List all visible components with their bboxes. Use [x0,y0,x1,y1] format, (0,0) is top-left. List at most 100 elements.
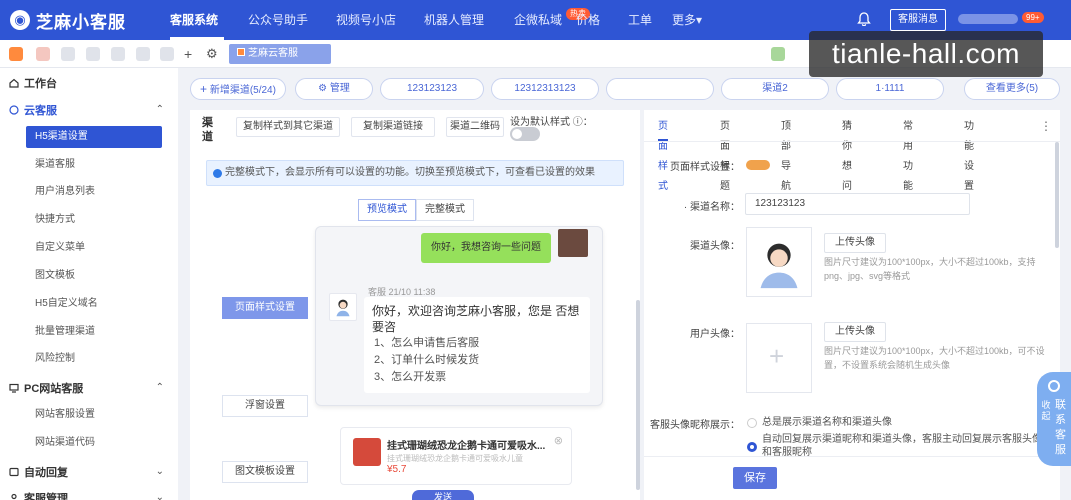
logo-mark-icon: ◉ [10,10,30,30]
channel-tab-3[interactable] [606,78,714,100]
add-channel-button[interactable]: + 新增渠道(5/24) [190,78,286,100]
preview-scrollbar[interactable] [636,300,640,490]
watermark: tianle-hall.com [809,31,1043,77]
preview-mode-button[interactable]: 预览模式 [358,199,416,221]
channel-qrcode-button[interactable]: 渠道二维码 [446,117,504,137]
channel-name-label: · 渠道名称： [683,202,740,213]
sidebar-auto-reply[interactable]: 自动回复 ⌄ [0,459,178,485]
sidebar-item-site-code[interactable]: 网站渠道代码 [26,432,162,454]
settings-scrollbar[interactable] [1055,142,1059,248]
manage-button[interactable]: ⚙ 管理 [295,78,373,100]
settings-gear-icon[interactable]: ⚙ [206,47,220,61]
tool-icon-6[interactable] [160,47,174,61]
active-browser-tab[interactable]: 芝麻云客服 [229,44,331,64]
user-avatar [558,229,588,257]
tool-icon-4[interactable] [111,47,125,61]
sidebar-item-article-template[interactable]: 图文模板 [26,265,162,287]
page-style-setting-button[interactable]: 页面样式设置 [222,297,308,319]
product-subtitle: 挂式珊瑚绒恐龙企鹅卡通可爱吸水儿童 [387,454,523,463]
channel-name-input[interactable]: 123123123 [745,193,970,215]
service-person-icon [760,243,798,289]
logo[interactable]: ◉ 芝麻小客服 [10,9,126,32]
sidebar-item-channel-service[interactable]: 渠道客服 [26,154,162,176]
tab-common-functions[interactable]: 常用功能 [903,117,913,192]
close-icon[interactable]: ⊗ [554,434,563,447]
sidebar-item-shortcuts[interactable]: 快捷方式 [26,209,162,231]
channel-tab-2[interactable]: 12312313123 [491,78,599,100]
nav-service-system[interactable]: 客服系统 [170,0,224,40]
nav-ticket[interactable]: 工单 [628,0,656,40]
display-option-2-radio[interactable] [747,442,757,452]
user-account[interactable] [958,14,1018,24]
tab-page-style[interactable]: 页面样式 [658,117,668,192]
mode-info-bar: 完整模式下，会显示所有可以设置的功能。切换至预览模式下，可查看已设置的效果 [206,160,624,186]
chevron-down-icon: ⌄ [155,492,164,500]
collapse-float-label[interactable]: 收起 [1040,400,1052,422]
nav-wecom-private[interactable]: 企微私域 热卖 [514,0,590,40]
tool-icon-1[interactable] [36,47,50,61]
full-mode-button[interactable]: 完整模式 [416,199,474,221]
channel-avatar-uploader[interactable] [746,227,812,297]
copy-style-button[interactable]: 复制样式到其它渠道 [236,117,340,137]
nav-more[interactable]: 更多▾ [672,0,712,40]
sidebar-service-manage[interactable]: 客服管理 ⌄ [0,485,178,500]
display-option-1-radio[interactable] [747,418,757,428]
sidebar-item-custom-menu[interactable]: 自定义菜单 [26,237,162,259]
channel-avatar-label: 渠道头像： [690,241,740,252]
sidebar-workbench[interactable]: 工作台 [0,70,178,96]
more-tabs-icon[interactable]: ⋮ [1040,119,1052,133]
nav-robot-manage[interactable]: 机器人管理 [424,0,494,40]
copy-link-button[interactable]: 复制渠道链接 [351,117,435,137]
contact-service-float[interactable]: 收起 联系客服 [1037,372,1071,466]
greeting-text: 你好，欢迎咨询芝麻小客服，您是 否想要咨 [372,304,580,334]
sidebar-item-h5-domain[interactable]: H5自定义域名 [26,293,162,315]
tab-page-title[interactable]: 页面标题 [720,117,730,192]
user-badge: 99+ [1022,12,1044,23]
faq-option-2[interactable]: 2、订单什么时候发货 [372,352,582,369]
nav-video-shop[interactable]: 视频号小店 [336,0,406,40]
tab-top-nav[interactable]: 顶部导航 [781,117,791,192]
page-style-tag[interactable] [746,160,770,170]
channel-vertical-label: 渠道 [202,117,213,143]
faq-option-3[interactable]: 3、怎么开发票 [372,369,582,386]
tool-icon-5[interactable] [136,47,150,61]
upload-channel-avatar-button[interactable]: 上传头像 [824,233,886,253]
default-style-toggle[interactable] [510,127,540,141]
bell-icon[interactable] [857,12,871,26]
tool-icon-3[interactable] [86,47,100,61]
sidebar-pc-service[interactable]: PC网站客服 ⌃ [0,375,178,401]
sidebar-item-risk-control[interactable]: 风险控制 [26,348,162,370]
product-card[interactable]: 挂式珊瑚绒恐龙企鹅卡通可爱吸水... 挂式珊瑚绒恐龙企鹅卡通可爱吸水儿童 ¥5.… [340,427,572,485]
service-message-button[interactable]: 客服消息 [890,9,946,31]
tab-function-settings[interactable]: 功能设置 [964,117,974,192]
cloud-icon [9,105,19,115]
sidebar-pc-label: PC网站客服 [24,383,84,395]
nav-wecom-label: 企微私域 [514,13,563,27]
upload-user-avatar-button[interactable]: 上传头像 [824,322,886,342]
app-icon[interactable] [9,47,23,61]
display-option-1: 总是展示渠道名称和渠道头像 [762,417,892,428]
float-window-setting-button[interactable]: 浮窗设置 [222,395,308,417]
save-button[interactable]: 保存 [733,467,777,489]
sidebar-item-site-settings[interactable]: 网站客服设置 [26,404,162,426]
channel-tab-5[interactable]: 1·1111 [836,78,944,100]
nav-price[interactable]: 价格 [576,0,610,40]
nav-official-assistant[interactable]: 公众号助手 [248,0,318,40]
tool-icon-2[interactable] [61,47,75,61]
sidebar-item-user-messages[interactable]: 用户消息列表 [26,181,162,203]
sidebar-workbench-label: 工作台 [24,78,57,90]
product-price: ¥5.7 [387,464,407,475]
send-button[interactable]: 发送 [412,490,474,500]
view-more-channels-button[interactable]: 查看更多(5) [964,78,1060,100]
tool-icon-right-1[interactable] [771,47,785,61]
chevron-down-icon: ⌄ [155,466,164,477]
article-template-setting-button[interactable]: 图文模板设置 [222,461,308,483]
sidebar-cloud-service[interactable]: 云客服 ⌃ [0,97,178,123]
channel-tab-4[interactable]: 渠道2 [721,78,829,100]
channel-tab-1[interactable]: 123123123 [380,78,484,100]
sidebar-item-batch-channels[interactable]: 批量管理渠道 [26,321,162,343]
tab-guess-ask[interactable]: 猜你想问 [842,117,852,192]
sidebar-item-h5-channel[interactable]: H5渠道设置 [26,126,162,148]
add-tab-icon[interactable]: + [184,47,198,61]
faq-option-1[interactable]: 1、怎么申请售后客服 [372,335,582,352]
